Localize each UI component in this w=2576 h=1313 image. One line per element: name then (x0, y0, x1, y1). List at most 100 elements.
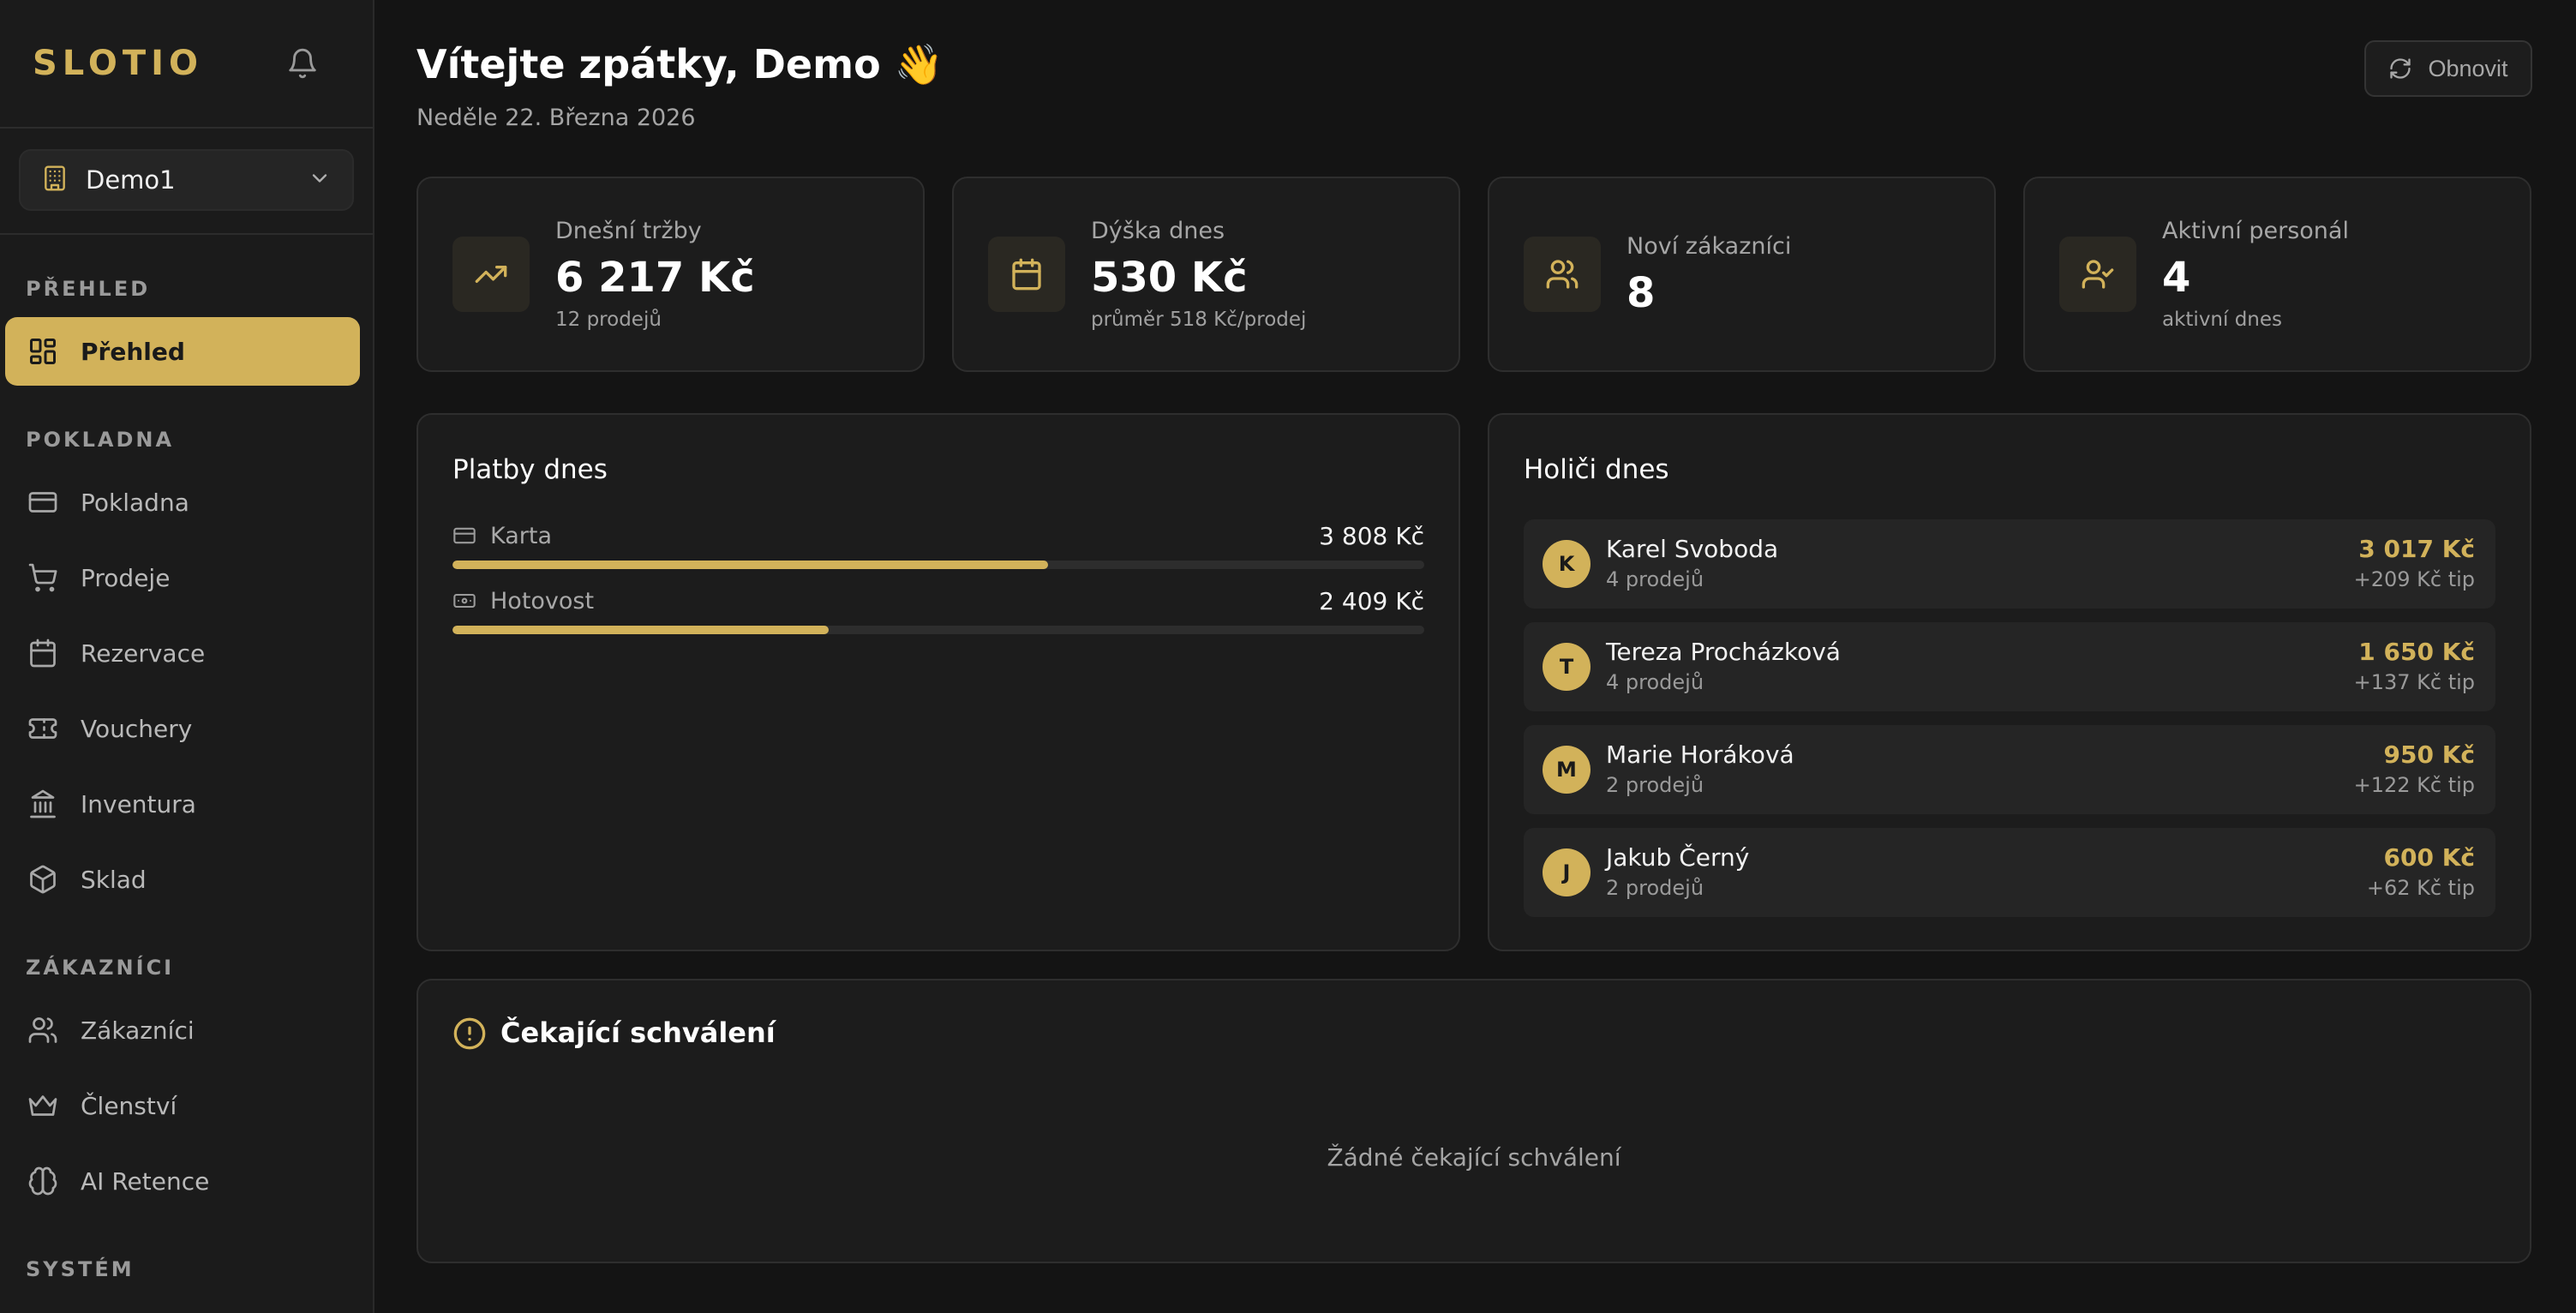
calendar-icon (30, 639, 56, 668)
barber-sales: 4 prodejů (1606, 567, 1704, 591)
barber-row[interactable]: T Tereza Procházková 4 prodejů 1 650 Kč … (1524, 622, 2495, 711)
barber-amount: 3 017 Kč (2358, 535, 2475, 563)
calendar-icon (988, 237, 1065, 312)
barber-row[interactable]: K Karel Svoboda 4 prodejů 3 017 Kč +209 … (1524, 519, 2495, 609)
approvals-empty-state: Žádné čekající schválení (1327, 1143, 1621, 1172)
sidebar-item-vouchery[interactable]: Vouchery (5, 694, 360, 763)
stat-value: 6 217 Kč (555, 254, 755, 302)
cash-icon (453, 593, 476, 609)
bell-icon[interactable] (284, 45, 321, 82)
stat-label: Dnešní tržby (555, 218, 702, 244)
stat-sub: 12 prodejů (555, 309, 662, 331)
stat-card-tips: Dýška dnes 530 Kč průměr 518 Kč/prodej (952, 177, 1460, 372)
section-title-pokladna: POKLADNA (26, 428, 175, 452)
brand-row: SLOTIO (0, 0, 373, 129)
sidebar: SLOTIO Demo1 PŘEHLED Přehled POKLADNA Po… (0, 0, 374, 1313)
package-icon (30, 865, 56, 894)
barber-amount: 1 650 Kč (2358, 638, 2475, 666)
sidebar-item-inventura[interactable]: Inventura (5, 770, 360, 838)
building-icon (41, 165, 69, 195)
barber-tip: +62 Kč tip (2366, 876, 2475, 900)
sidebar-item-label: Přehled (81, 337, 185, 366)
payment-label: Hotovost (490, 587, 595, 615)
approvals-card: Čekající schválení Žádné čekající schvál… (416, 979, 2531, 1263)
barber-amount: 600 Kč (2383, 843, 2476, 872)
payment-bar-fill (452, 561, 1049, 569)
brain-icon (28, 1166, 57, 1196)
payments-title: Platby dnes (452, 454, 608, 485)
stat-value: 530 Kč (1091, 254, 1248, 302)
stat-label: Noví zákazníci (1626, 233, 1792, 260)
payments-card: Platby dnes Karta 3 808 Kč Hotovost 2 40… (416, 413, 1460, 951)
refresh-button-label: Obnovit (2428, 55, 2508, 81)
payment-bar-cash (452, 626, 1424, 634)
section-title-zakaznici: ZÁKAZNÍCI (26, 956, 175, 980)
barber-tip: +122 Kč tip (2353, 773, 2475, 797)
barber-sales: 2 prodejů (1606, 773, 1704, 797)
sidebar-item-label: Rezervace (81, 639, 206, 668)
payment-label: Karta (490, 522, 553, 549)
payment-amount: 2 409 Kč (1319, 586, 1424, 615)
stat-card-active-staff: Aktivní personál 4 aktivní dnes (2023, 177, 2531, 372)
alert-circle-icon (453, 1017, 486, 1050)
bank-icon (30, 789, 56, 818)
barbers-card: Holiči dnes K Karel Svoboda 4 prodejů 3 … (1488, 413, 2531, 951)
sidebar-item-label: Zákazníci (81, 1016, 195, 1045)
chevron-down-icon (308, 166, 332, 194)
stat-sub: průměr 518 Kč/prodej (1091, 309, 1307, 331)
sidebar-item-pokladna[interactable]: Pokladna (5, 468, 360, 537)
barber-tip: +137 Kč tip (2353, 670, 2475, 694)
barber-name: Marie Horáková (1606, 740, 1794, 769)
stat-value: 4 (2162, 254, 2191, 302)
credit-card-icon (453, 527, 476, 544)
barber-row[interactable]: M Marie Horáková 2 prodejů 950 Kč +122 K… (1524, 725, 2495, 814)
users-icon (28, 1017, 57, 1043)
stat-label: Dýška dnes (1091, 218, 1225, 244)
barber-name: Tereza Procházková (1606, 638, 1841, 666)
barber-tip: +209 Kč tip (2353, 567, 2475, 591)
sidebar-item-label: Sklad (81, 865, 147, 894)
barber-name: Jakub Černý (1606, 843, 1750, 872)
trending-up-icon (452, 237, 530, 312)
ticket-icon (28, 718, 57, 739)
sidebar-item-ai-retence[interactable]: AI Retence (5, 1147, 360, 1215)
branch-selector-wrap: Demo1 (0, 129, 373, 235)
crown-icon (28, 1095, 57, 1116)
section-title-prehled: PŘEHLED (26, 277, 151, 301)
page-date: Neděle 22. Března 2026 (416, 105, 696, 131)
stat-value: 8 (1626, 269, 1656, 317)
approvals-title: Čekající schválení (500, 1016, 776, 1049)
refresh-icon (2390, 58, 2411, 79)
stat-sub: aktivní dnes (2162, 309, 2283, 331)
sidebar-item-prehled[interactable]: Přehled (5, 317, 360, 386)
barbers-title: Holiči dnes (1524, 454, 1669, 485)
barber-name: Karel Svoboda (1606, 535, 1779, 563)
stat-card-revenue: Dnešní tržby 6 217 Kč 12 prodejů (416, 177, 925, 372)
barber-sales: 2 prodejů (1606, 876, 1704, 900)
section-title-system: SYSTÉM (26, 1257, 135, 1281)
users-icon (1524, 237, 1601, 312)
payment-row-card: Karta 3 808 Kč (452, 522, 1424, 550)
avatar: T (1543, 643, 1591, 691)
sidebar-item-label: Pokladna (81, 488, 189, 517)
dashboard-icon (30, 339, 56, 364)
avatar: K (1543, 540, 1591, 588)
payment-bar-fill (452, 626, 829, 634)
stat-label: Aktivní personál (2162, 218, 2349, 244)
main-content: Vítejte zpátky, Demo 👋 Neděle 22. Března… (376, 0, 2576, 1313)
sidebar-item-zakaznici[interactable]: Zákazníci (5, 996, 360, 1064)
avatar: M (1543, 746, 1591, 794)
sidebar-item-rezervace[interactable]: Rezervace (5, 619, 360, 687)
barber-row[interactable]: J Jakub Černý 2 prodejů 600 Kč +62 Kč ti… (1524, 828, 2495, 917)
branch-selector[interactable]: Demo1 (19, 149, 354, 211)
sidebar-item-prodeje[interactable]: Prodeje (5, 543, 360, 612)
cart-icon (28, 563, 57, 592)
sidebar-item-label: Členství (81, 1091, 177, 1120)
sidebar-item-clenstvi[interactable]: Členství (5, 1071, 360, 1140)
sidebar-item-label: Vouchery (81, 714, 193, 743)
credit-card-icon (28, 492, 57, 513)
sidebar-item-sklad[interactable]: Sklad (5, 845, 360, 914)
brand-logo: SLOTIO (33, 44, 204, 83)
refresh-button[interactable]: Obnovit (2364, 40, 2532, 97)
avatar: J (1543, 848, 1591, 896)
